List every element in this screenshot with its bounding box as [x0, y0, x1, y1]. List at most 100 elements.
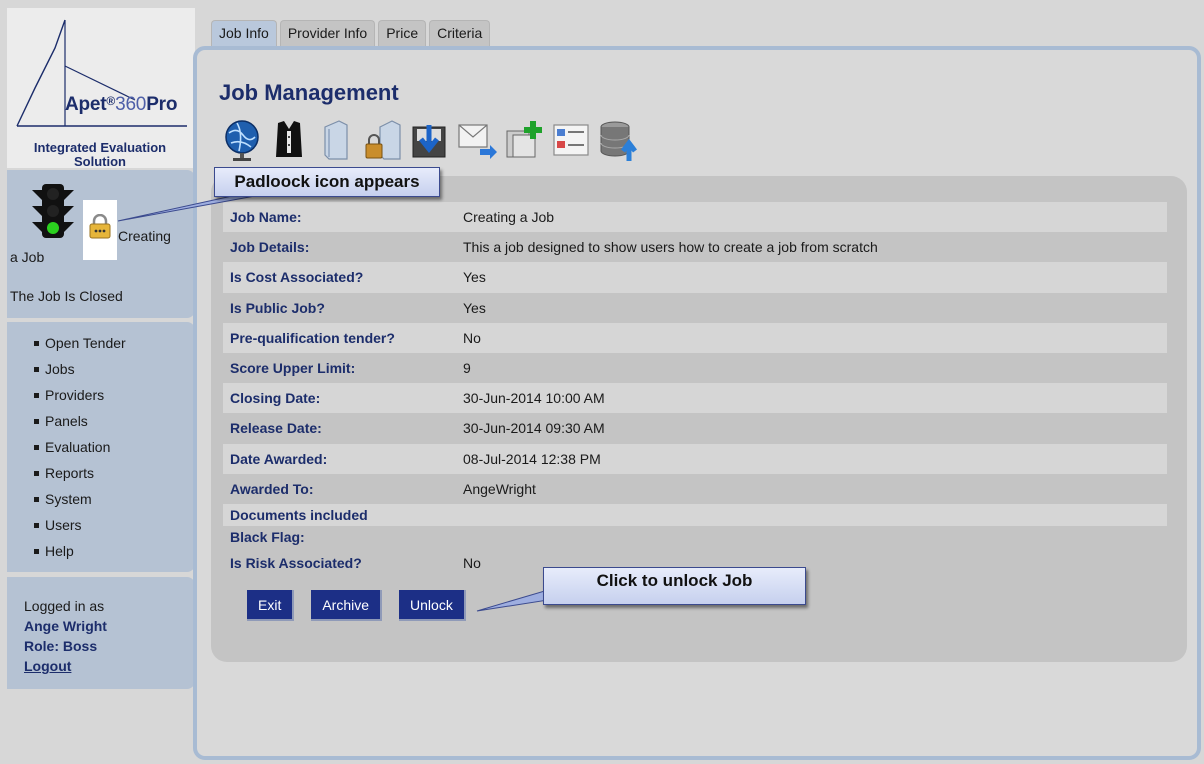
field-value: 30-Jun-2014 10:00 AM [463, 390, 605, 407]
logo-tagline: Integrated Evaluation Solution [33, 140, 167, 169]
mail-forward-icon[interactable] [456, 117, 498, 163]
nav-item-evaluation[interactable]: Evaluation [34, 438, 195, 464]
field-value: Yes [463, 269, 486, 286]
field-label: Documents included [230, 506, 368, 523]
logged-in-label: Logged in as [24, 598, 105, 614]
field-label: Pre-qualification tender? [230, 329, 395, 346]
job-closed-status: The Job Is Closed [10, 288, 123, 304]
bullet-icon [34, 393, 39, 398]
nav-item-label: Panels [45, 413, 88, 429]
tab-job-info[interactable]: Job Info [211, 20, 277, 46]
unlock-button[interactable]: Unlock [399, 590, 466, 621]
field-row-job-name: Job Name: Creating a Job [223, 202, 1167, 233]
bullet-icon [34, 523, 39, 528]
field-value: 30-Jun-2014 09:30 AM [463, 420, 605, 437]
document-icon[interactable] [315, 117, 357, 163]
nav-item-system[interactable]: System [34, 490, 195, 516]
field-row-awarded-to: Awarded To: AngeWright [223, 474, 1167, 504]
field-label: Date Awarded: [230, 450, 328, 467]
bullet-icon [34, 445, 39, 450]
nav-item-providers[interactable]: Providers [34, 386, 195, 412]
field-label: Black Flag: [230, 528, 305, 545]
field-row-release-date: Release Date: 30-Jun-2014 09:30 AM [223, 413, 1167, 443]
logo: Apet®360Pro Integrated Evaluation Soluti… [7, 8, 195, 169]
field-row-public-job: Is Public Job? Yes [223, 293, 1167, 323]
nav-item-label: Evaluation [45, 439, 111, 455]
field-row-prequalification: Pre-qualification tender? No [223, 322, 1167, 353]
job-status-box: Creating a Job The Job Is Closed [7, 170, 195, 318]
inbox-download-icon[interactable] [409, 117, 451, 163]
main-panel: Job Management Job Name: Creating a Job … [193, 46, 1201, 760]
action-buttons: Exit Archive Unlock [247, 590, 466, 621]
field-label: Awarded To: [230, 480, 314, 497]
nav-item-reports[interactable]: Reports [34, 464, 195, 490]
add-copy-icon[interactable] [503, 117, 545, 163]
tab-provider-info[interactable]: Provider Info [279, 20, 376, 46]
logo-brand: Apet®360Pro [65, 94, 178, 115]
database-upload-icon[interactable] [597, 117, 639, 163]
bullet-icon [34, 549, 39, 554]
bullet-icon [34, 419, 39, 424]
field-row-score-upper-limit: Score Upper Limit: 9 [223, 353, 1167, 383]
nav-item-help[interactable]: Help [34, 542, 195, 568]
field-label: Job Details: [230, 239, 310, 256]
form-list-icon[interactable] [550, 117, 592, 163]
field-label: Job Name: [230, 209, 302, 226]
nav-item-label: Jobs [45, 361, 75, 377]
field-row-documents: Documents included [223, 503, 1167, 526]
padlock-callout: Padloock icon appears [214, 167, 440, 197]
field-row-black-flag: Black Flag: [223, 526, 1167, 548]
unlock-callout: Click to unlock Job [543, 567, 806, 605]
tab-price[interactable]: Price [378, 20, 427, 46]
logo-swoosh-graphic [16, 19, 187, 127]
logout-link[interactable]: Logout [24, 656, 195, 676]
nav-item-label: Open Tender [45, 335, 126, 351]
job-fields: Job Name: Creating a Job Job Details: Th… [223, 202, 1167, 578]
nav-list: Open Tender Jobs Providers Panels Evalua… [7, 322, 195, 568]
globe-icon[interactable] [221, 117, 263, 163]
field-value: AngeWright [463, 480, 536, 497]
bullet-icon [34, 367, 39, 372]
tab-bar: Job Info Provider Info Price Criteria [211, 20, 491, 46]
field-row-cost-associated: Is Cost Associated? Yes [223, 262, 1167, 293]
field-label: Closing Date: [230, 390, 321, 407]
page-title: Job Management [219, 80, 399, 105]
nav-item-label: System [45, 491, 92, 507]
nav-item-label: Help [45, 543, 74, 559]
job-padlock [83, 200, 117, 260]
field-value: No [463, 554, 481, 571]
field-label: Is Risk Associated? [230, 554, 362, 571]
toolbar [221, 117, 639, 163]
user-info-box: Logged in as Ange Wright Role: Boss Logo… [7, 577, 195, 689]
field-label: Is Public Job? [230, 299, 325, 316]
field-row-closing-date: Closing Date: 30-Jun-2014 10:00 AM [223, 383, 1167, 414]
user-role: Role: Boss [24, 638, 98, 654]
field-label: Release Date: [230, 420, 322, 437]
user-name: Ange Wright [24, 618, 107, 634]
field-label: Is Cost Associated? [230, 269, 364, 286]
exit-button[interactable]: Exit [247, 590, 295, 621]
nav-item-jobs[interactable]: Jobs [34, 360, 195, 386]
nav-item-label: Providers [45, 387, 105, 403]
archive-button[interactable]: Archive [311, 590, 383, 621]
field-value: No [463, 329, 481, 346]
tab-criteria[interactable]: Criteria [429, 20, 491, 46]
padlock-document-icon[interactable] [362, 117, 404, 163]
nav-item-open-tender[interactable]: Open Tender [34, 334, 195, 360]
bullet-icon [34, 471, 39, 476]
app-root: Apet®360Pro Integrated Evaluation Soluti… [0, 0, 1204, 764]
field-row-job-details: Job Details: This a job designed to show… [223, 232, 1167, 262]
nav-item-label: Reports [45, 465, 95, 481]
field-row-date-awarded: Date Awarded: 08-Jul-2014 12:38 PM [223, 443, 1167, 474]
padlock-icon [89, 214, 111, 239]
traffic-light-icon [32, 184, 74, 238]
vest-icon[interactable] [268, 117, 310, 163]
nav-item-label: Users [45, 517, 82, 533]
field-value: 9 [463, 360, 471, 377]
job-name-label: Creating [118, 228, 171, 244]
nav-item-users[interactable]: Users [34, 516, 195, 542]
field-label: Score Upper Limit: [230, 360, 356, 377]
nav-item-panels[interactable]: Panels [34, 412, 195, 438]
field-value: This a job designed to show users how to… [463, 239, 878, 256]
bullet-icon [34, 497, 39, 502]
